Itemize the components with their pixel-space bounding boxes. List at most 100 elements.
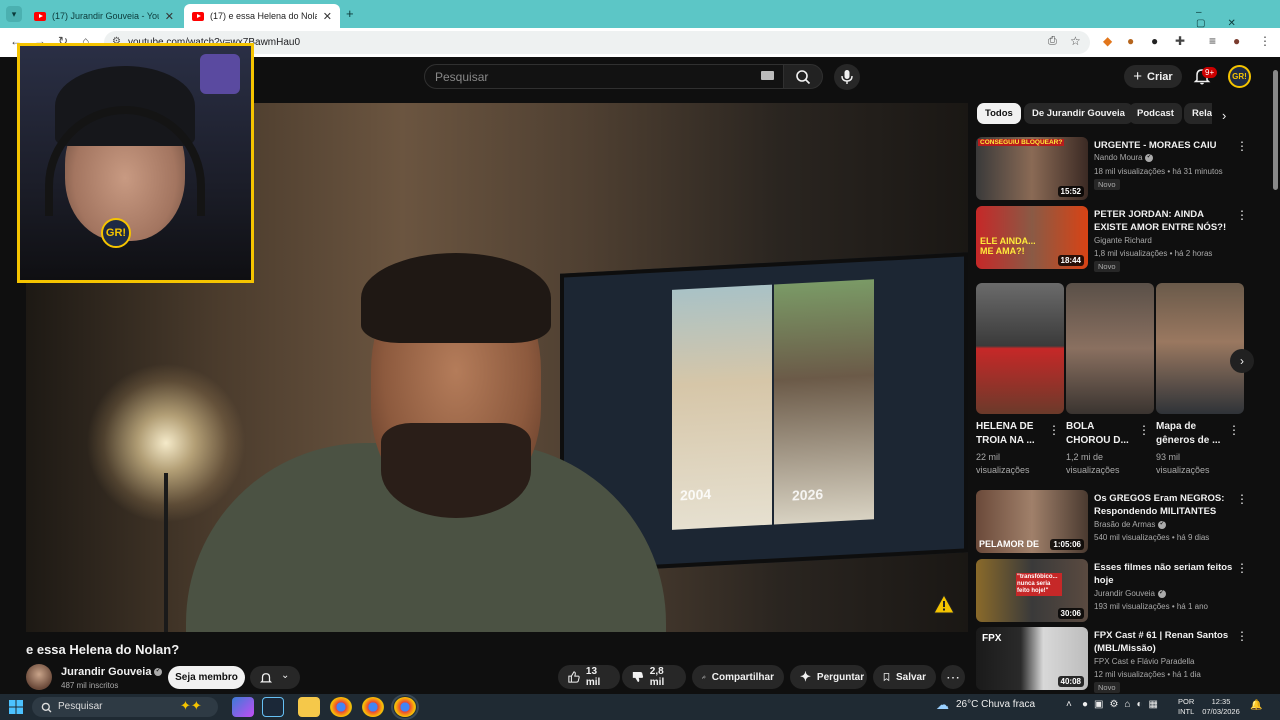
chrome-icon[interactable] — [391, 694, 419, 720]
more-options-icon[interactable]: ⋮ — [1138, 423, 1150, 437]
ask-button[interactable]: ✦ Perguntar — [790, 665, 867, 689]
shorts-item[interactable]: BOLA CHOROU D... ⋮ 1,2 mi de visualizaçõ… — [1066, 283, 1154, 475]
extension-fox-icon[interactable]: ◆ — [1103, 34, 1112, 48]
weather-icon: ☁ — [936, 697, 949, 712]
list-item[interactable]: PELAMOR DE 1:05:06 Os GREGOS Eram NEGROS… — [976, 490, 1256, 554]
tray-chevron-up-icon[interactable]: ˄ — [1066, 699, 1072, 710]
chip-podcast[interactable]: Podcast — [1129, 103, 1182, 124]
shorts-thumbnail[interactable] — [1066, 283, 1154, 414]
like-count: 13 mil — [585, 666, 601, 688]
account-avatar[interactable]: GR! — [1228, 65, 1251, 88]
dislike-count: 2,8 mil — [649, 666, 665, 688]
channel-name[interactable]: Brasão de Armas — [1094, 519, 1167, 529]
video-thumbnail[interactable]: "transfóbico... nunca seria feito hoje!"… — [976, 559, 1088, 622]
search-button[interactable] — [783, 64, 823, 89]
warning-icon[interactable] — [933, 594, 955, 614]
steam-icon[interactable] — [262, 697, 284, 717]
new-tab-button[interactable]: + — [346, 6, 354, 21]
chip-all[interactable]: Todos — [977, 103, 1021, 124]
keyboard-icon[interactable] — [761, 71, 774, 80]
shorts-next-button[interactable]: › — [1230, 349, 1254, 373]
extensions-puzzle-icon[interactable]: ✚ — [1175, 34, 1185, 48]
tab-title: (17) Jurandir Gouveia - YouTube — [52, 11, 159, 21]
list-item[interactable]: CONSEGUIU BLOQUEAR? 15:52 URGENTE - MORA… — [976, 137, 1256, 201]
notification-center-icon[interactable]: 🔔 — [1250, 700, 1262, 711]
menu-kebab-icon[interactable]: ⋮ — [1259, 34, 1271, 48]
share-button[interactable]: Compartilhar — [692, 665, 784, 689]
copilot-icon[interactable] — [232, 697, 254, 717]
list-item[interactable]: FPX 40:08 FPX Cast # 61 | Renan Santos (… — [976, 627, 1256, 693]
tab-channel[interactable]: (17) Jurandir Gouveia - YouTube ✕ — [26, 4, 182, 28]
bookmark-star-icon[interactable]: ☆ — [1070, 34, 1081, 48]
chrome-icon[interactable] — [362, 697, 384, 717]
shorts-title[interactable]: BOLA CHOROU D... — [1066, 420, 1136, 448]
voice-search-button[interactable] — [834, 64, 860, 90]
create-button[interactable]: + Criar — [1124, 65, 1182, 88]
video-title[interactable]: URGENTE - MORAES CAIU — [1094, 139, 1234, 152]
more-options-icon[interactable]: ⋮ — [1236, 492, 1248, 506]
list-item[interactable]: "transfóbico... nunca seria feito hoje!"… — [976, 559, 1256, 623]
more-options-icon[interactable]: ⋮ — [1236, 561, 1248, 575]
channel-avatar[interactable] — [26, 664, 52, 690]
channel-name[interactable]: Gigante Richard — [1094, 236, 1152, 245]
video-title[interactable]: PETER JORDAN: AINDA EXISTE AMOR ENTRE NÓ… — [1094, 208, 1234, 234]
search-input[interactable]: Pesquisar — [424, 64, 784, 89]
video-thumbnail[interactable]: CONSEGUIU BLOQUEAR? 15:52 — [976, 137, 1088, 200]
channel-name[interactable]: FPX Cast e Flávio Paradella — [1094, 657, 1195, 666]
video-title[interactable]: Os GREGOS Eram NEGROS: Respondendo MILIT… — [1094, 492, 1234, 518]
video-thumbnail[interactable]: FPX 40:08 — [976, 627, 1088, 690]
shorts-thumbnail[interactable] — [1156, 283, 1244, 414]
chip-channel[interactable]: De Jurandir Gouveia — [1024, 103, 1133, 124]
more-options-icon[interactable]: ⋮ — [1236, 629, 1248, 643]
tab-video[interactable]: (17) e essa Helena do Nolan? - ✕ — [184, 4, 340, 28]
tab-search-button[interactable]: ▾ — [6, 6, 22, 22]
shorts-title[interactable]: Mapa de gêneros de ... — [1156, 420, 1226, 448]
windows-start-icon[interactable] — [9, 700, 23, 714]
browser-tab-bar: ▾ (17) Jurandir Gouveia - YouTube ✕ (17)… — [0, 0, 1280, 29]
more-options-icon[interactable]: ⋮ — [1048, 423, 1060, 437]
subscription-bell-button[interactable]: ⌄ — [250, 666, 300, 689]
shorts-item[interactable]: HELENA DE TROIA NA ... ⋮ 22 mil visualiz… — [976, 283, 1064, 475]
save-button[interactable]: Salvar — [873, 665, 936, 689]
like-button[interactable]: 13 mil — [558, 665, 620, 689]
file-explorer-icon[interactable] — [298, 697, 320, 717]
shorts-thumbnail[interactable] — [976, 283, 1064, 414]
channel-name[interactable]: Jurandir Gouveia — [1094, 588, 1166, 598]
profile-avatar-icon[interactable]: ● — [1233, 34, 1240, 48]
more-options-icon[interactable]: ⋮ — [1236, 208, 1248, 222]
presenter-hair — [361, 253, 551, 343]
dislike-button[interactable]: 2,8 mil — [622, 665, 686, 689]
page-scrollbar[interactable] — [1271, 58, 1280, 694]
filter-chips: Todos De Jurandir Gouveia Podcast Rela — [976, 100, 1212, 128]
video-thumbnail[interactable]: ELE AINDA... ME AMA?! 18:44 — [976, 206, 1088, 269]
chip-related[interactable]: Rela — [1184, 103, 1212, 124]
thumbnail-caption: ELE AINDA... ME AMA?! — [980, 236, 1036, 256]
shorts-title[interactable]: HELENA DE TROIA NA ... — [976, 420, 1046, 448]
install-icon[interactable]: ⎙ — [1048, 35, 1057, 48]
chrome-icon[interactable] — [330, 697, 352, 717]
video-title[interactable]: Esses filmes não seriam feitos hoje — [1094, 561, 1234, 587]
chevron-right-icon[interactable]: › — [1222, 108, 1226, 123]
taskbar-search-input[interactable]: Pesquisar ✦✦ — [32, 697, 218, 717]
join-button[interactable]: Seja membro — [168, 666, 245, 689]
tray-icons[interactable]: ●▣⚙⌂◐▦ — [1082, 699, 1164, 710]
language-indicator[interactable]: POR INTL — [1178, 697, 1194, 717]
scrollbar-thumb[interactable] — [1273, 70, 1278, 190]
shorts-item[interactable]: Mapa de gêneros de ... ⋮ 93 mil visualiz… — [1156, 283, 1244, 475]
clock[interactable]: 12:35 07/03/2026 — [1201, 697, 1241, 717]
video-title[interactable]: FPX Cast # 61 | Renan Santos (MBL/Missão… — [1094, 629, 1234, 655]
channel-name[interactable]: Jurandir Gouveia — [61, 666, 163, 678]
chevron-right-icon: › — [1240, 354, 1244, 368]
list-item[interactable]: ELE AINDA... ME AMA?! 18:44 PETER JORDAN… — [976, 206, 1256, 272]
more-actions-button[interactable]: ⋯ — [941, 665, 965, 689]
reading-list-icon[interactable]: ≡ — [1209, 34, 1216, 48]
channel-name[interactable]: Nando Moura — [1094, 152, 1154, 162]
extension-face-icon[interactable]: ● — [1127, 34, 1134, 48]
more-options-icon[interactable]: ⋮ — [1236, 139, 1248, 153]
close-icon[interactable]: ✕ — [323, 10, 332, 23]
more-options-icon[interactable]: ⋮ — [1228, 423, 1240, 437]
extension-chat-icon[interactable]: ● — [1151, 34, 1158, 48]
video-thumbnail[interactable]: PELAMOR DE 1:05:06 — [976, 490, 1088, 553]
weather-text[interactable]: 26°C Chuva fraca — [956, 699, 1035, 710]
close-icon[interactable]: ✕ — [165, 10, 174, 23]
